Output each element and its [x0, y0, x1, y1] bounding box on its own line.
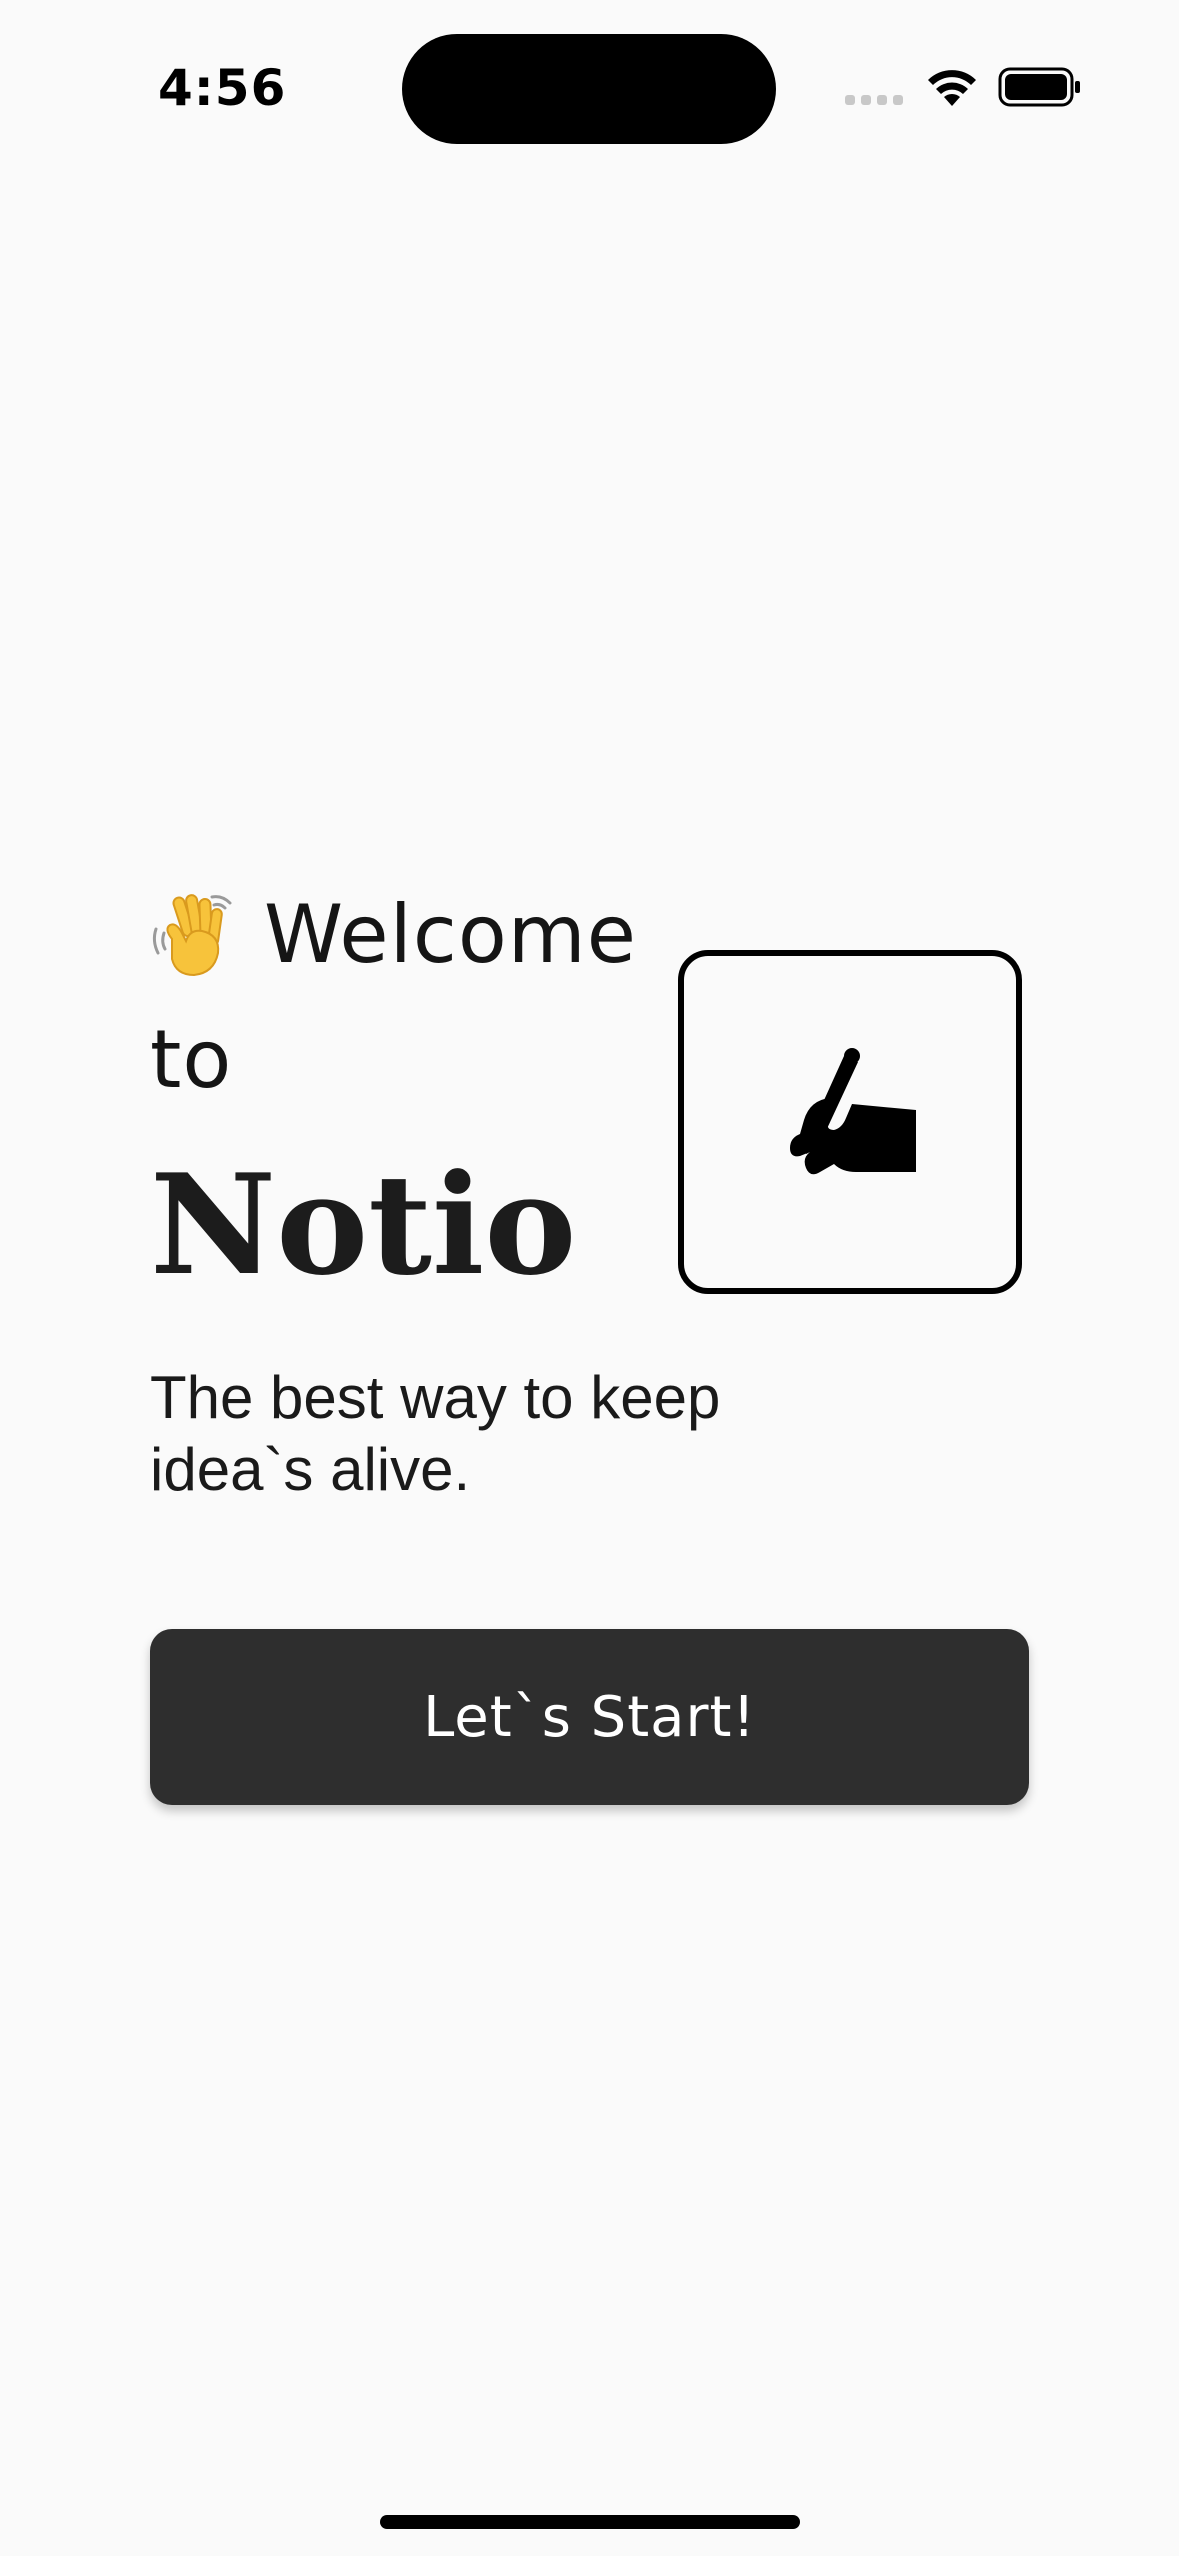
- writing-hand-icon: [790, 1048, 916, 1175]
- start-button-label: Let`s Start!: [423, 1684, 756, 1750]
- welcome-heading: Welcome: [150, 880, 637, 990]
- app-name-title: Notio: [150, 1143, 577, 1306]
- home-indicator[interactable]: [380, 2515, 800, 2529]
- welcome-text: Welcome: [264, 888, 637, 981]
- tagline-line-2: idea`s alive.: [150, 1436, 471, 1503]
- start-button[interactable]: Let`s Start!: [150, 1629, 1029, 1805]
- welcome-to-text: to: [150, 1013, 233, 1106]
- tagline-line-1: The best way to keep: [150, 1364, 721, 1431]
- app-logo: [678, 950, 1022, 1294]
- status-time: 4:56: [158, 59, 287, 117]
- waving-hand-icon: [152, 894, 232, 977]
- signal-icon: [845, 95, 903, 105]
- dynamic-island: [402, 34, 776, 144]
- wifi-icon: [928, 70, 976, 106]
- tagline: The best way to keep idea`s alive.: [150, 1362, 850, 1506]
- battery-icon: [998, 67, 1080, 107]
